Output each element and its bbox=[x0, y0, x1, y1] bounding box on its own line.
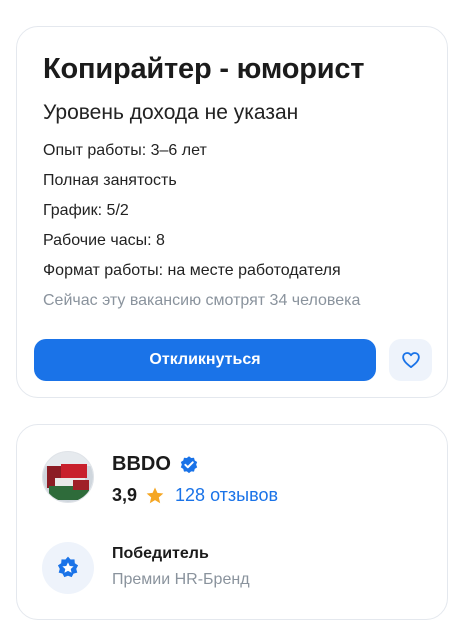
respond-button[interactable]: Откликнуться bbox=[34, 339, 376, 381]
favorite-button[interactable] bbox=[389, 339, 432, 381]
star-badge-icon bbox=[57, 556, 79, 578]
award-badge bbox=[42, 542, 94, 594]
award-title: Победитель bbox=[112, 545, 209, 562]
employer-card: BBDO 3,9 128 отзывов Победитель Премии H… bbox=[16, 424, 448, 620]
company-logo[interactable] bbox=[42, 451, 94, 503]
experience-info: Опыт работы: 3–6 лет bbox=[43, 142, 207, 159]
schedule-info: График: 5/2 bbox=[43, 202, 129, 219]
vacancy-card: Копирайтер - юморист Уровень дохода не у… bbox=[16, 26, 448, 398]
salary-info: Уровень дохода не указан bbox=[43, 101, 299, 124]
star-icon bbox=[146, 487, 164, 503]
employment-info: Полная занятость bbox=[43, 172, 177, 189]
rating-value: 3,9 bbox=[112, 485, 138, 505]
award-subtitle: Премии HR-Бренд bbox=[112, 571, 250, 588]
heart-icon bbox=[401, 352, 420, 368]
hours-info: Рабочие часы: 8 bbox=[43, 232, 165, 249]
reviews-link[interactable]: 128 отзывов bbox=[175, 485, 278, 506]
work-format-info: Формат работы: на месте работодателя bbox=[43, 262, 341, 279]
viewers-count: Сейчас эту вакансию смотрят 34 человека bbox=[43, 292, 361, 309]
rating-row: 3,9 128 отзывов bbox=[112, 485, 278, 506]
company-name[interactable]: BBDO bbox=[112, 453, 171, 476]
respond-button-label: Откликнуться bbox=[149, 351, 261, 368]
vacancy-title: Копирайтер - юморист bbox=[43, 53, 365, 85]
company-logo-image bbox=[43, 452, 93, 502]
company-name-row: BBDO bbox=[112, 453, 199, 476]
verified-badge-icon bbox=[180, 455, 198, 473]
